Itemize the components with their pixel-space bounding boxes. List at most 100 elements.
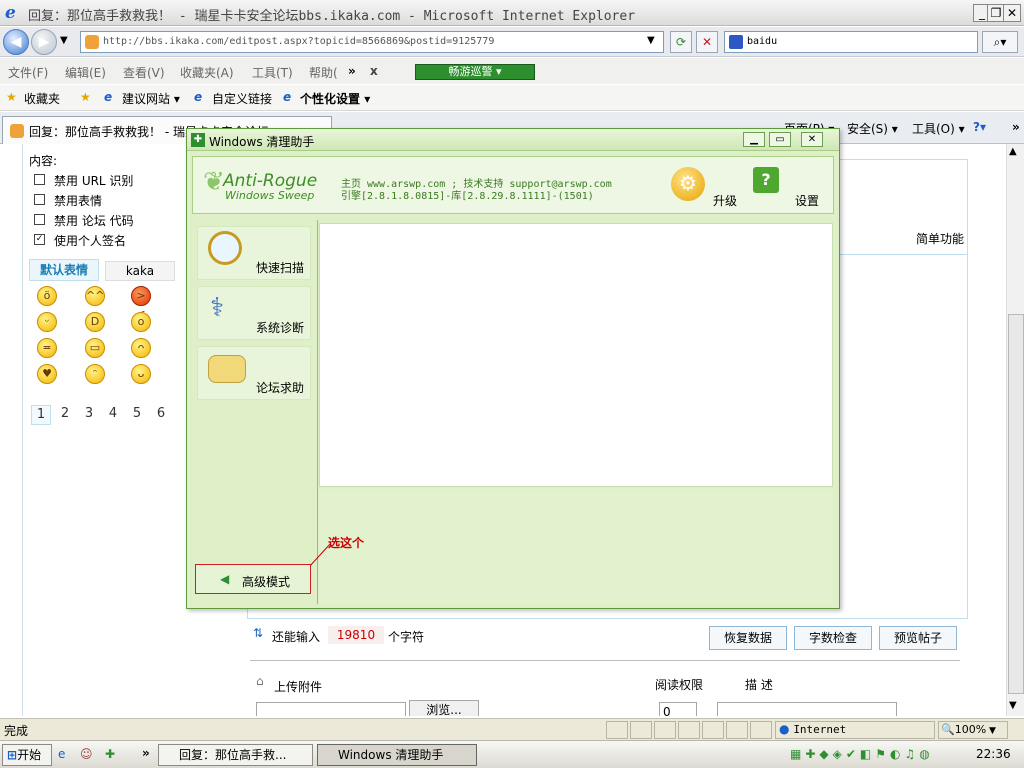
quicklaunch-app-icon[interactable]: ☺: [80, 747, 93, 761]
system-tray-icons[interactable]: ▦✚◆◈✔◧⚑◐♫◍: [790, 747, 970, 763]
settings-help-icon[interactable]: ?: [753, 167, 779, 193]
safety-menu[interactable]: 安全(S) ▾: [847, 120, 898, 137]
system-diagnose-label: 系统诊断: [255, 321, 304, 335]
settings-button[interactable]: 设置: [795, 192, 819, 209]
emoticon-icon[interactable]: o: [131, 312, 151, 332]
use-signature-label: 使用个人签名: [54, 234, 127, 248]
start-button[interactable]: ⊞开始: [2, 744, 52, 766]
tools-menu[interactable]: 工具(O) ▾: [912, 120, 965, 137]
file-path-input[interactable]: [256, 702, 406, 716]
suggested-sites-link[interactable]: 建议网站 ▾: [122, 90, 180, 107]
history-dropdown-icon[interactable]: ▼: [60, 35, 68, 46]
back-button[interactable]: ◀: [3, 29, 29, 55]
dialog-restore-button[interactable]: ▭: [769, 132, 791, 147]
status-bar: 完成 ● Internet 🔍100% ▼: [0, 718, 1024, 740]
scroll-thumb[interactable]: [1008, 314, 1024, 694]
resize-icon[interactable]: ⇅: [253, 626, 263, 640]
description-input[interactable]: [717, 702, 897, 716]
close-button[interactable]: ✕: [1003, 4, 1021, 22]
emoticon-icon[interactable]: ≖: [37, 338, 57, 358]
menu-view[interactable]: 查看(V): [123, 64, 165, 81]
emoticon-icon[interactable]: ▭: [85, 338, 105, 358]
page-number[interactable]: 5: [127, 405, 147, 425]
menu-edit[interactable]: 编辑(E): [65, 64, 106, 81]
menu-more-icon[interactable]: »: [348, 64, 356, 78]
back-arrow-icon: ◀: [220, 572, 230, 586]
globe-icon: ●: [779, 722, 790, 736]
upgrade-gear-icon[interactable]: ⚙: [671, 167, 705, 201]
toolbar-more-icon[interactable]: »: [1012, 120, 1020, 134]
emoticon-icon[interactable]: ><: [131, 286, 151, 320]
simple-mode-link[interactable]: 简单功能: [916, 230, 964, 247]
emoticon-icon[interactable]: ᴖ: [131, 338, 151, 358]
tab-default-emoticons[interactable]: 默认表情: [29, 259, 99, 281]
address-input[interactable]: http://bbs.ikaka.com/editpost.aspx?topic…: [80, 31, 664, 53]
zoom-control[interactable]: 🔍100% ▼: [938, 721, 1008, 739]
dialog-minimize-button[interactable]: ▁: [743, 132, 765, 147]
page-scrollbar[interactable]: ▲ ▼: [1006, 144, 1024, 716]
stop-button[interactable]: ✕: [696, 31, 718, 53]
read-permission-input[interactable]: 0: [659, 702, 697, 716]
refresh-button[interactable]: ⟳: [670, 31, 692, 53]
site-favicon-icon: [10, 124, 24, 138]
upgrade-button[interactable]: 升级: [713, 192, 737, 209]
emoticon-icon[interactable]: ᴗ: [131, 364, 151, 384]
scroll-up-icon[interactable]: ▲: [1009, 146, 1017, 157]
ie-page-icon: e: [194, 90, 203, 104]
emoticon-icon[interactable]: D: [85, 312, 105, 332]
search-button[interactable]: ⌕▾: [982, 31, 1018, 53]
taskbar-ie-label: 回复：那位高手救...: [179, 748, 287, 762]
system-diagnose-button[interactable]: ⚕ 系统诊断: [197, 286, 311, 340]
tour-police-button[interactable]: 畅游巡警 ▾: [415, 64, 535, 80]
taskbar: ⊞开始 e ☺ ✚ » 回复：那位高手救... Windows 清理助手 ▦✚◆…: [0, 740, 1024, 768]
disable-url-checkbox[interactable]: [34, 174, 45, 185]
tab-kaka-emoticons[interactable]: kaka: [105, 261, 175, 281]
forum-help-button[interactable]: 论坛求助: [197, 346, 311, 400]
emoticon-icon[interactable]: ö: [37, 286, 57, 306]
use-signature-checkbox[interactable]: ✓: [34, 234, 45, 245]
scroll-down-icon[interactable]: ▼: [1009, 700, 1017, 711]
emoticon-icon[interactable]: ^^: [85, 286, 105, 306]
disable-forum-code-checkbox[interactable]: [34, 214, 45, 225]
menu-tools[interactable]: 工具(T): [252, 64, 293, 81]
taskbar-ie-window[interactable]: 回复：那位高手救...: [158, 744, 313, 766]
word-count-button[interactable]: 字数检查: [794, 626, 872, 650]
address-dropdown-icon[interactable]: ▼: [647, 35, 655, 46]
quicklaunch-cleaner-icon[interactable]: ✚: [105, 747, 115, 761]
menu-file[interactable]: 文件(F): [8, 64, 48, 81]
status-segment: [702, 721, 724, 739]
page-number[interactable]: 2: [55, 405, 75, 425]
search-input[interactable]: baidu: [724, 31, 978, 53]
ie-page-icon: e: [104, 90, 113, 104]
address-url: http://bbs.ikaka.com/editpost.aspx?topic…: [103, 36, 495, 47]
dialog-header: ❦ Anti-Rogue Windows Sweep 主页 www.arswp.…: [192, 156, 834, 214]
advanced-mode-button[interactable]: ◀ 高级模式: [195, 564, 311, 594]
forward-button[interactable]: ▶: [31, 29, 57, 55]
emoticon-icon[interactable]: ᵕ: [37, 312, 57, 332]
menu-close-icon[interactable]: x: [370, 64, 378, 78]
preview-post-button[interactable]: 预览帖子: [879, 626, 957, 650]
quick-scan-button[interactable]: 快速扫描: [197, 226, 311, 280]
quicklaunch-ie-icon[interactable]: e: [58, 747, 65, 761]
add-favorite-icon[interactable]: ★: [80, 90, 91, 104]
page-number[interactable]: 3: [79, 405, 99, 425]
menu-help[interactable]: 帮助(: [309, 64, 338, 81]
disable-emoticons-checkbox[interactable]: [34, 194, 45, 205]
personalize-link[interactable]: 个性化设置 ▾: [300, 90, 370, 107]
menu-favorites[interactable]: 收藏夹(A): [180, 64, 234, 81]
taskbar-cleaner-window[interactable]: Windows 清理助手: [317, 744, 477, 766]
page-number-current[interactable]: 1: [31, 405, 51, 425]
disable-url-label: 禁用 URL 识别: [54, 174, 134, 188]
favorites-button[interactable]: 收藏夹: [24, 90, 60, 107]
quicklaunch-more-icon[interactable]: »: [142, 746, 150, 760]
emoticon-icon[interactable]: ♥: [37, 364, 57, 384]
page-number[interactable]: 6: [151, 405, 171, 425]
post-options-panel: 内容: 禁用 URL 识别 禁用表情 禁用 论坛 代码 ✓ 使用个人签名 默认表…: [22, 144, 187, 716]
emoticon-icon[interactable]: ᵔ: [85, 364, 105, 384]
page-number[interactable]: 4: [103, 405, 123, 425]
browse-button[interactable]: 浏览...: [409, 700, 479, 716]
custom-links-link[interactable]: 自定义链接: [212, 90, 272, 107]
help-icon[interactable]: ?▾: [973, 120, 986, 134]
restore-data-button[interactable]: 恢复数据: [709, 626, 787, 650]
dialog-close-button[interactable]: ✕: [801, 132, 823, 147]
